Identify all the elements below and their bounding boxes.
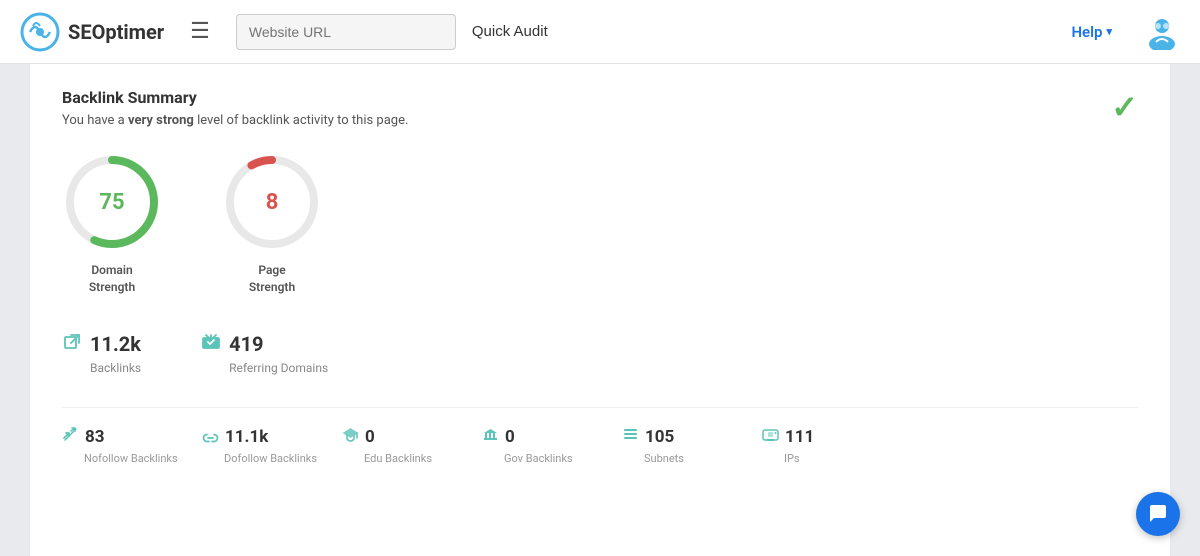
edu-value: 0 [365, 427, 375, 447]
nofollow-stat-top: 83 [62, 426, 105, 448]
subtitle-post: level of backlink activity to this page. [194, 113, 409, 128]
dofollow-stat: 11.1k Dofollow Backlinks [202, 426, 342, 465]
subnets-icon [622, 426, 639, 448]
nofollow-stat: 83 Nofollow Backlinks [62, 426, 202, 465]
header: SEOptimer ☰ Quick Audit Help ▾ [0, 0, 1200, 64]
backlinks-stat-top: 11.2k [62, 332, 141, 357]
edu-icon [342, 426, 359, 448]
backlinks-icon [62, 332, 82, 357]
subnets-stat: 105 Subnets [622, 426, 762, 465]
dofollow-label: Dofollow Backlinks [224, 452, 317, 465]
stats-row: 11.2k Backlinks 419 Referring Domains [62, 332, 1138, 375]
gov-stat: 0 Gov Backlinks [482, 426, 622, 465]
user-icon[interactable] [1144, 14, 1180, 50]
edu-label: Edu Backlinks [364, 452, 432, 465]
chat-button[interactable] [1136, 492, 1180, 536]
edu-stat: 0 Edu Backlinks [342, 426, 482, 465]
referring-domains-value: 419 [229, 332, 263, 356]
section-subtitle: You have a very strong level of backlink… [62, 113, 1138, 128]
logo-text: SEOptimer [68, 20, 164, 44]
gov-label: Gov Backlinks [504, 452, 573, 465]
domain-strength-circle: 75 DomainStrength [62, 152, 162, 296]
subnets-value: 105 [645, 427, 674, 447]
backlinks-stat: 11.2k Backlinks [62, 332, 141, 375]
dofollow-value: 11.1k [225, 427, 268, 447]
referring-domains-label: Referring Domains [229, 361, 328, 375]
ips-icon [762, 426, 779, 448]
help-button[interactable]: Help ▾ [1071, 23, 1112, 41]
ips-value: 111 [785, 427, 814, 447]
quick-audit-button[interactable]: Quick Audit [472, 23, 548, 40]
content-panel: ✓ Backlink Summary You have a very stron… [30, 64, 1170, 556]
page-strength-circle: 8 PageStrength [222, 152, 322, 296]
gov-icon [482, 426, 499, 448]
backlinks-label: Backlinks [90, 361, 141, 375]
subtitle-strong: very strong [128, 113, 194, 128]
nofollow-label: Nofollow Backlinks [84, 452, 178, 465]
page-strength-svg: 8 [222, 152, 322, 252]
nofollow-icon [62, 426, 79, 448]
page-strength-label: PageStrength [249, 262, 295, 296]
backlinks-value: 11.2k [90, 332, 141, 356]
logo-icon [20, 12, 60, 52]
subnets-stat-top: 105 [622, 426, 674, 448]
logo-area: SEOptimer [20, 12, 164, 52]
page-strength-value: 8 [266, 190, 279, 215]
domain-strength-svg: 75 [62, 152, 162, 252]
circles-row: 75 DomainStrength 8 PageStrength [62, 152, 1138, 296]
nofollow-value: 83 [85, 427, 105, 447]
hamburger-menu[interactable]: ☰ [190, 19, 210, 44]
section-title: Backlink Summary [62, 88, 1138, 107]
referring-domains-icon [201, 332, 221, 357]
main-wrapper: ✓ Backlink Summary You have a very stron… [0, 64, 1200, 556]
domain-strength-value: 75 [99, 190, 124, 215]
domain-strength-label: DomainStrength [89, 262, 135, 296]
subtitle-pre: You have a [62, 113, 128, 128]
url-input[interactable] [236, 14, 456, 50]
ips-stat-top: 111 [762, 426, 814, 448]
bottom-stats-row: 83 Nofollow Backlinks 11.1k Dofol [62, 407, 1138, 465]
edu-stat-top: 0 [342, 426, 375, 448]
check-icon: ✓ [1111, 88, 1138, 126]
ips-stat: 111 IPs [762, 426, 902, 465]
subnets-label: Subnets [644, 452, 684, 465]
dofollow-icon [202, 426, 219, 448]
left-sidebar [0, 64, 30, 556]
ips-label: IPs [784, 452, 800, 465]
right-sidebar [1170, 64, 1200, 556]
gov-value: 0 [505, 427, 515, 447]
referring-domains-stat: 419 Referring Domains [201, 332, 328, 375]
dofollow-stat-top: 11.1k [202, 426, 268, 448]
gov-stat-top: 0 [482, 426, 515, 448]
help-arrow: ▾ [1106, 25, 1112, 38]
help-label: Help [1071, 23, 1102, 41]
referring-domains-stat-top: 419 [201, 332, 263, 357]
